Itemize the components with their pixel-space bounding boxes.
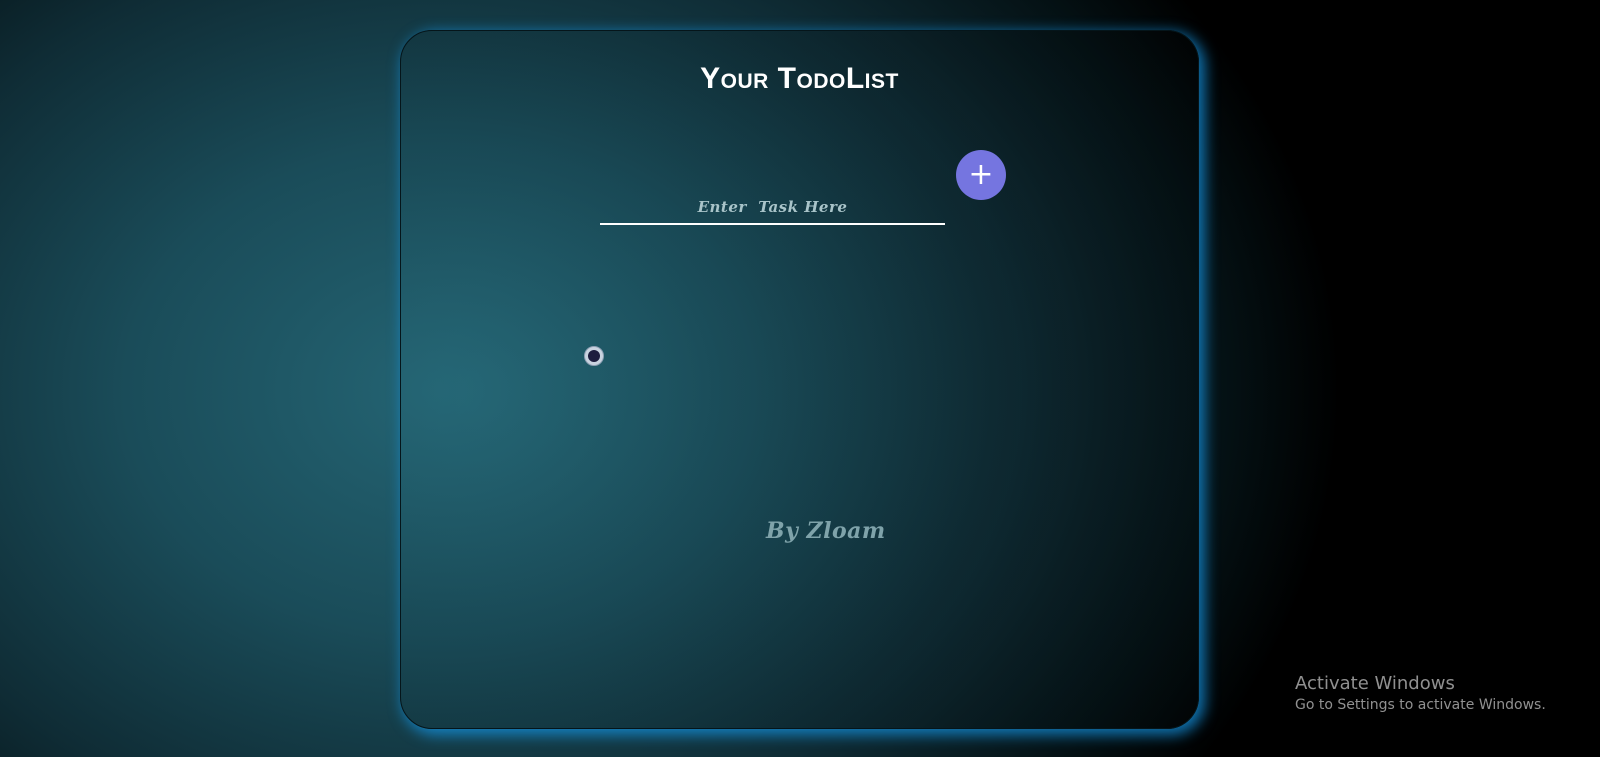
activate-windows-watermark: Activate Windows Go to Settings to activ… [1295, 673, 1546, 715]
add-task-button[interactable]: + [956, 150, 1006, 200]
author-credit: By Zloam [766, 518, 886, 544]
page-title: Your TodoList [700, 62, 899, 95]
activate-title: Activate Windows [1295, 673, 1455, 694]
activate-subtitle: Go to Settings to activate Windows. [1295, 697, 1546, 713]
radio-inner-dot [588, 350, 600, 362]
todo-card: Your TodoList + By Zloam [400, 30, 1199, 729]
task-input[interactable] [600, 191, 945, 225]
plus-icon: + [968, 157, 994, 192]
task-radio[interactable] [584, 346, 604, 366]
